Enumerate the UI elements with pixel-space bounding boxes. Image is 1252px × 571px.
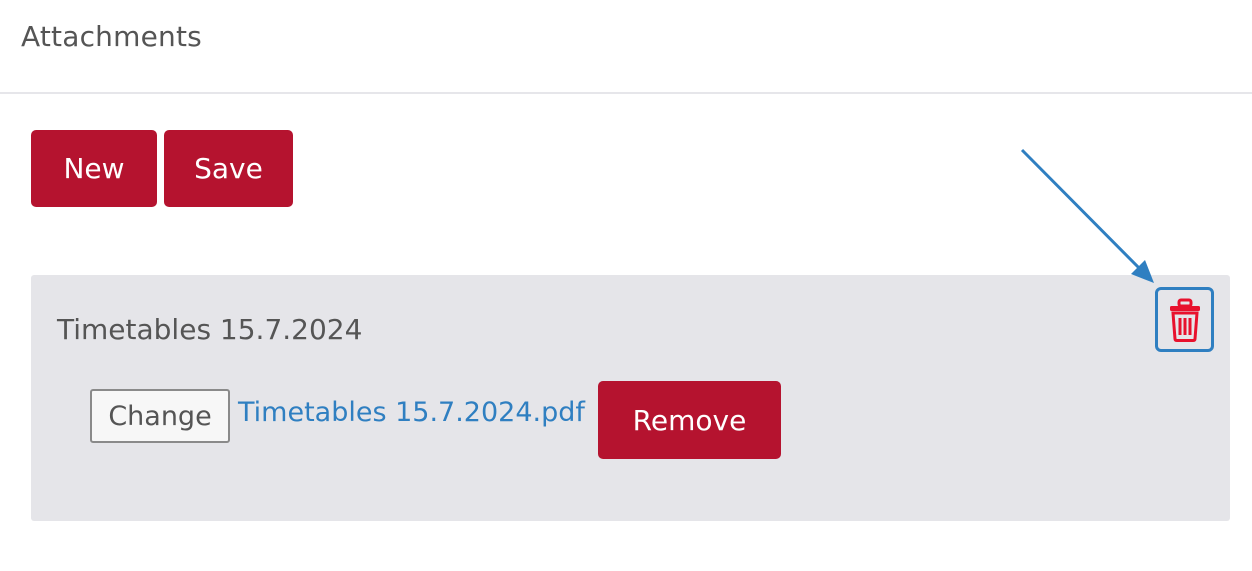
attachment-file-link[interactable]: Timetables 15.7.2024.pdf	[238, 397, 585, 428]
attachments-page: Attachments New Save Timetables 15.7.202…	[0, 0, 1252, 571]
page-title: Attachments	[21, 20, 202, 53]
save-button[interactable]: Save	[164, 130, 293, 207]
attachment-title: Timetables 15.7.2024	[57, 313, 363, 346]
page-header: Attachments	[0, 0, 1252, 94]
attachment-panel: Timetables 15.7.2024 Change Timetables 1…	[31, 275, 1230, 521]
delete-attachment-button[interactable]	[1155, 287, 1214, 352]
trash-icon	[1169, 298, 1200, 342]
change-file-button[interactable]: Change	[90, 389, 230, 443]
new-button[interactable]: New	[31, 130, 157, 207]
remove-file-button[interactable]: Remove	[598, 381, 781, 459]
